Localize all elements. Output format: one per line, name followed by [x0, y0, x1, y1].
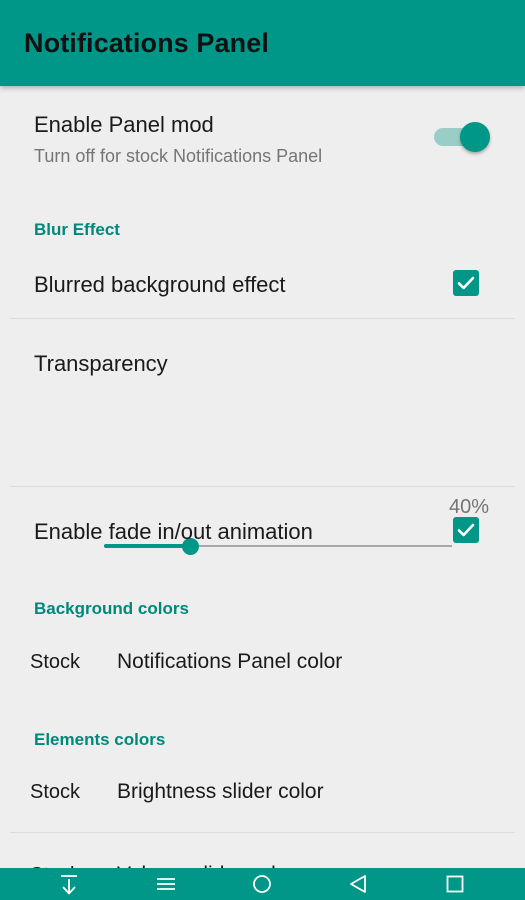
color-item-name: Brightness slider color [117, 780, 324, 803]
divider [10, 318, 515, 319]
home-circle-icon [253, 875, 271, 893]
settings-list[interactable]: Enable Panel mod Turn off for stock Noti… [0, 86, 525, 868]
transparency-value-label: 40% [448, 496, 489, 518]
nav-pulldown-button[interactable] [49, 868, 89, 900]
recents-square-icon [446, 875, 464, 893]
check-icon [457, 523, 475, 537]
menu-icon [157, 878, 175, 890]
section-header-blur-effect: Blur Effect [34, 220, 120, 239]
enable-panel-switch[interactable] [434, 122, 490, 152]
system-navigation-bar [0, 868, 525, 900]
nav-menu-button[interactable] [146, 868, 186, 900]
nav-back-button[interactable] [339, 868, 379, 900]
color-swatch-label: Stock [30, 781, 81, 803]
divider [10, 832, 515, 833]
nav-home-button[interactable] [242, 868, 282, 900]
divider [10, 486, 515, 487]
section-header-background-colors: Background colors [34, 599, 189, 618]
blurred-background-checkbox[interactable] [453, 270, 479, 296]
nav-recents-button[interactable] [435, 868, 475, 900]
switch-thumb [460, 122, 490, 152]
fade-animation-title: Enable fade in/out animation [34, 519, 313, 544]
app-screen: Notifications Panel Enable Panel mod Tur… [0, 0, 525, 900]
check-icon [457, 276, 475, 290]
transparency-title: Transparency [34, 351, 168, 376]
enable-panel-title: Enable Panel mod [34, 112, 214, 137]
blurred-background-title: Blurred background effect [34, 272, 286, 297]
app-bar: Notifications Panel [0, 0, 525, 86]
color-swatch-label: Stock [30, 651, 81, 673]
enable-panel-subtitle: Turn off for stock Notifications Panel [34, 146, 323, 166]
color-item-name: Notifications Panel color [117, 650, 343, 673]
pulldown-arrow-icon [61, 875, 77, 895]
page-title: Notifications Panel [24, 28, 269, 58]
fade-animation-checkbox[interactable] [453, 517, 479, 543]
back-triangle-icon [350, 875, 366, 893]
section-header-elements-colors: Elements colors [34, 730, 166, 749]
